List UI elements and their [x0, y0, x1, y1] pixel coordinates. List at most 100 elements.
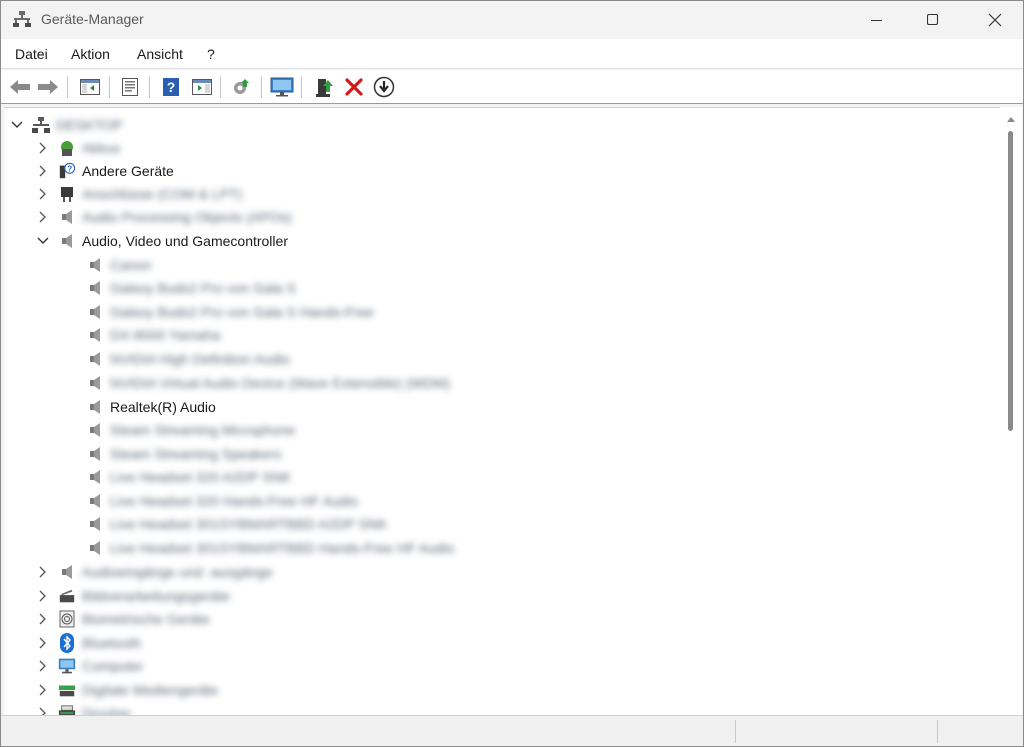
scan-hardware-changes-button[interactable] — [229, 74, 255, 100]
tree-device-item[interactable]: DX-8000 Yamaha — [86, 324, 220, 346]
chevron-right-icon[interactable] — [36, 612, 50, 626]
speaker-icon — [58, 563, 76, 581]
help-icon: ? — [163, 78, 179, 96]
tree-category-printer[interactable]: Drucker — [36, 702, 131, 715]
menu-ansicht[interactable]: Ansicht — [137, 46, 183, 62]
toolbar-separator — [301, 76, 302, 98]
menu-help[interactable]: ? — [207, 46, 215, 62]
device-tree[interactable]: DESKTOP Akkus ? Andere Geräte Anschlüsse… — [4, 107, 1000, 715]
chevron-right-icon[interactable] — [36, 636, 50, 650]
chevron-right-icon[interactable] — [36, 565, 50, 579]
tree-device-item[interactable]: Galaxy Buds2 Pro von Gala S Hands-Free — [86, 301, 374, 323]
category-label: Akkus — [82, 140, 121, 156]
uninstall-device-button[interactable] — [341, 74, 367, 100]
vertical-scrollbar[interactable] — [1000, 107, 1022, 715]
computer-network-icon — [32, 116, 50, 134]
speaker-icon — [86, 445, 104, 463]
chevron-right-icon[interactable] — [36, 683, 50, 697]
battery-icon — [58, 139, 76, 157]
category-label: Anschlüsse (COM & LPT) — [82, 186, 243, 202]
minimize-button[interactable] — [849, 1, 905, 39]
chevron-down-icon[interactable] — [36, 234, 50, 248]
tree-category-digital-media[interactable]: Digitale Mediengeräte — [36, 679, 218, 701]
computer-monitor-icon — [58, 657, 76, 675]
tree-device-item[interactable]: Live Headset 301SYBMARTBBD A2DP SNK — [86, 513, 387, 535]
status-bar — [1, 715, 1023, 746]
tree-category-audio-video[interactable]: Audio, Video und Gamecontroller — [36, 230, 288, 252]
toolbar-separator — [220, 76, 221, 98]
uninstall-device-icon — [345, 78, 363, 96]
tree-device-item-realtek[interactable]: Realtek(R) Audio — [86, 396, 216, 418]
close-icon — [988, 13, 1002, 27]
tree-category-apos[interactable]: Audio Processing Objects (APOs) — [36, 206, 292, 228]
toolbar-separator — [67, 76, 68, 98]
maximize-button[interactable] — [905, 1, 961, 39]
device-label: Steam Streaming Speakers — [110, 446, 282, 462]
scan-hardware-changes-icon — [234, 79, 249, 94]
tree-device-item[interactable]: Live Headset 320 A2DP SNK — [86, 466, 291, 488]
toolbar-separator — [149, 76, 150, 98]
menu-aktion[interactable]: Aktion — [71, 46, 110, 62]
chevron-right-icon[interactable] — [36, 164, 50, 178]
tree-root-node[interactable]: DESKTOP — [10, 114, 123, 136]
tree-device-item[interactable]: Steam Streaming Speakers — [86, 443, 281, 465]
device-label: Live Headset 320 A2DP SNK — [110, 469, 292, 485]
device-label: Live Headset 320 Hands-Free HF Audio — [110, 493, 359, 509]
scrollbar-thumb[interactable] — [1008, 131, 1013, 431]
show-action-pane-button[interactable] — [189, 74, 215, 100]
device-label: Galaxy Buds2 Pro von Gala S — [110, 280, 296, 296]
tree-category-bluetooth[interactable]: Bluetooth — [36, 632, 141, 654]
tree-category-biometric[interactable]: Biometrische Geräte — [36, 608, 210, 630]
show-hide-console-tree-icon — [80, 79, 100, 95]
tree-device-item[interactable]: Live Headset 320 Hands-Free HF Audio — [86, 490, 358, 512]
back-arrow-icon — [10, 80, 30, 94]
tree-device-item[interactable]: Canon — [86, 254, 151, 276]
tree-device-item[interactable]: NVIDIA Virtual Audio Device (Wave Extens… — [86, 372, 450, 394]
close-button[interactable] — [967, 1, 1023, 39]
title-bar[interactable]: Geräte-Manager — [1, 1, 1023, 39]
category-label: Biometrische Geräte — [82, 611, 210, 627]
chevron-right-icon[interactable] — [36, 659, 50, 673]
category-label: Bildverarbeitungsgeräte — [82, 588, 230, 604]
back-button[interactable] — [7, 74, 33, 100]
tree-device-item[interactable]: NVIDIA High Definition Audio — [86, 348, 290, 370]
menu-datei[interactable]: Datei — [15, 46, 48, 62]
tree-category-anschluesse[interactable]: Anschlüsse (COM & LPT) — [36, 183, 242, 205]
scroll-up-icon[interactable] — [1006, 115, 1016, 123]
help-button[interactable]: ? — [158, 74, 184, 100]
menu-bar: Datei Aktion Ansicht ? — [1, 39, 1023, 69]
speaker-icon — [58, 208, 76, 226]
tree-category-computer[interactable]: Computer — [36, 655, 143, 677]
speaker-icon — [86, 256, 104, 274]
category-label: Drucker — [82, 705, 132, 715]
tree-category-andere-geraete[interactable]: ? Andere Geräte — [36, 160, 174, 182]
window-title: Geräte-Manager — [41, 11, 144, 27]
chevron-right-icon[interactable] — [36, 141, 50, 155]
tree-device-item[interactable]: Live Headset 301SYBMARTBBD Hands-Free HF… — [86, 537, 454, 559]
device-label: Galaxy Buds2 Pro von Gala S Hands-Free — [110, 304, 374, 320]
device-label: Live Headset 301SYBMARTBBD Hands-Free HF… — [110, 540, 455, 556]
disable-device-button[interactable] — [371, 74, 397, 100]
monitor-button[interactable] — [269, 74, 295, 100]
forward-button[interactable] — [35, 74, 61, 100]
tree-category-imaging[interactable]: Bildverarbeitungsgeräte — [36, 585, 230, 607]
category-label: Bluetooth — [82, 635, 142, 651]
properties-button[interactable] — [117, 74, 143, 100]
update-driver-button[interactable] — [312, 74, 338, 100]
root-computer-name: DESKTOP — [56, 117, 123, 133]
tree-category-akkus[interactable]: Akkus — [36, 137, 120, 159]
speaker-icon — [86, 350, 104, 368]
show-hide-console-tree-button[interactable] — [77, 74, 103, 100]
port-icon — [58, 185, 76, 203]
chevron-right-icon[interactable] — [36, 589, 50, 603]
chevron-right-icon[interactable] — [36, 187, 50, 201]
chevron-right-icon[interactable] — [36, 706, 50, 715]
tree-device-item[interactable]: Steam Streaming Microphone — [86, 419, 295, 441]
chevron-down-icon[interactable] — [10, 118, 24, 132]
category-label: Audio, Video und Gamecontroller — [82, 233, 288, 249]
monitor-icon — [270, 77, 294, 97]
tree-device-item[interactable]: Galaxy Buds2 Pro von Gala S — [86, 277, 296, 299]
chevron-right-icon[interactable] — [36, 210, 50, 224]
status-divider — [937, 720, 938, 743]
tree-category-audio-io[interactable]: Audioeingänge und -ausgänge — [36, 561, 273, 583]
